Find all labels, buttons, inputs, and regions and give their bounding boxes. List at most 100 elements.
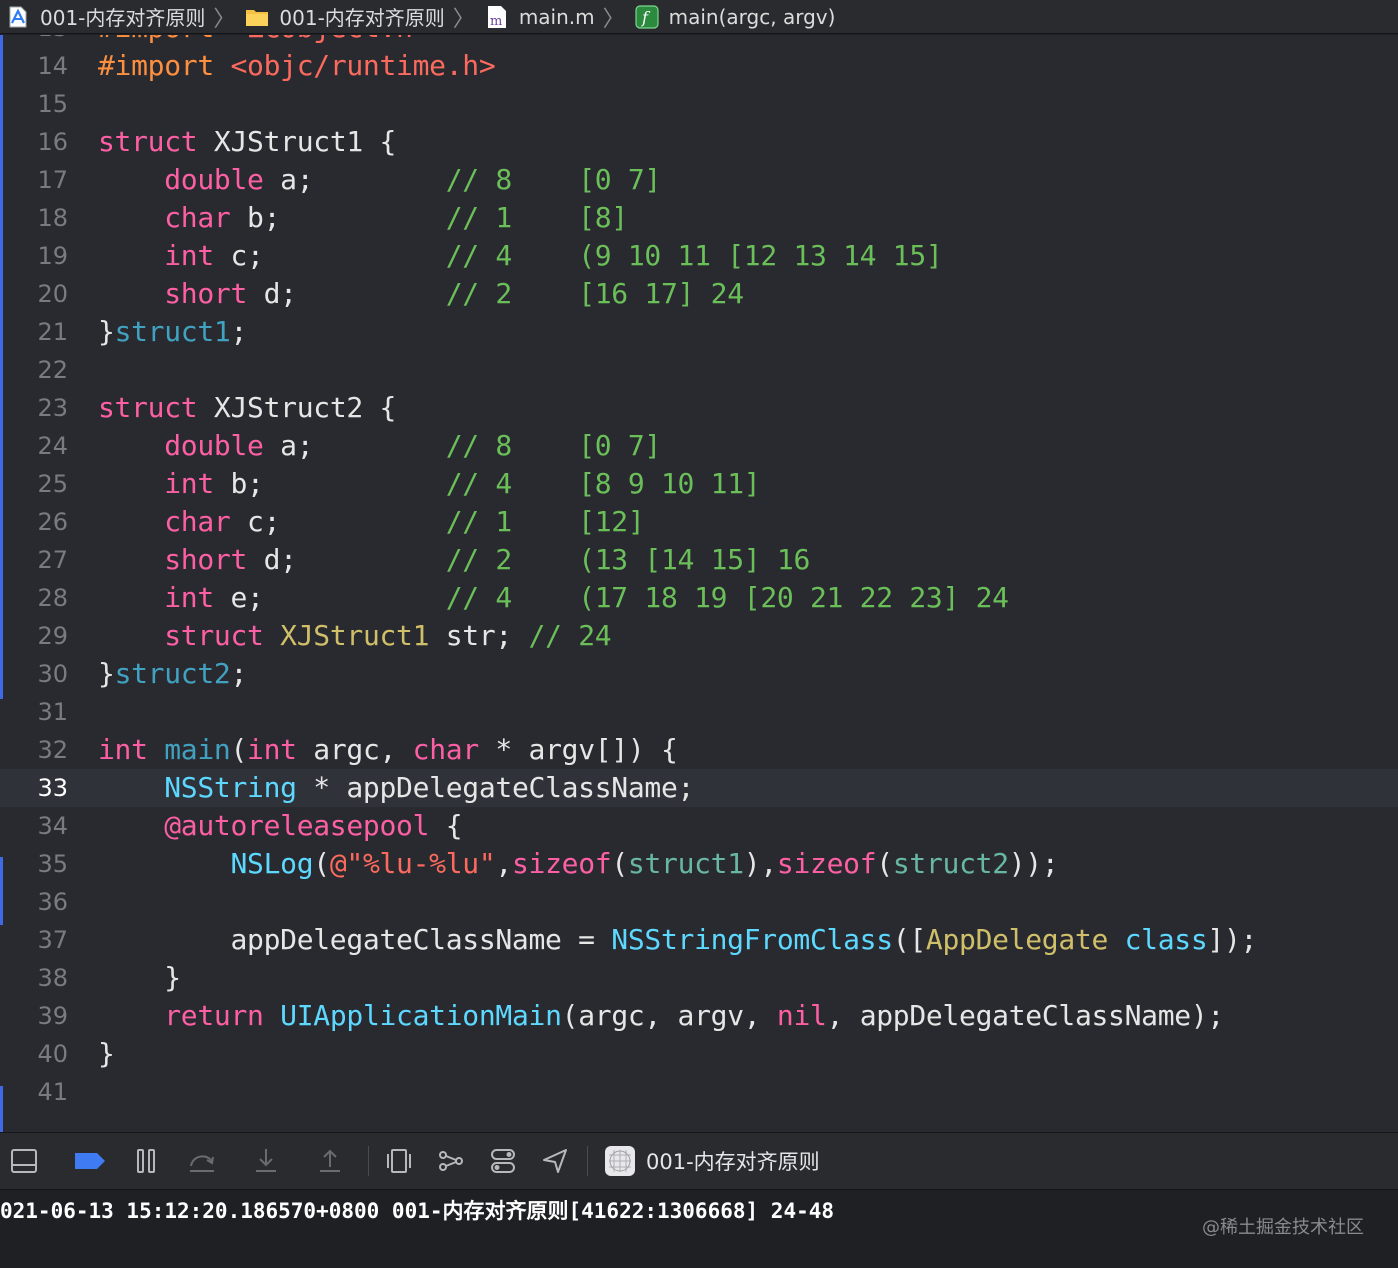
- code-token: b;: [230, 201, 446, 234]
- code-line[interactable]: 18 char b; // 1 [8]: [0, 199, 1398, 237]
- code-line[interactable]: 32 int main(int argc, char * argv[]) {: [0, 731, 1398, 769]
- code-token: return: [164, 999, 264, 1032]
- code-line[interactable]: 40}: [0, 1035, 1398, 1073]
- line-number: 36: [37, 888, 68, 916]
- code-line[interactable]: 25 int b; // 4 [8 9 10 11]: [0, 465, 1398, 503]
- panel-bottom-icon: [11, 1149, 37, 1173]
- code-text: NSString * appDelegateClassName;: [98, 769, 694, 807]
- code-text: char c; // 1 [12]: [98, 503, 644, 541]
- debug-target[interactable]: 001-内存对齐原则: [604, 1145, 820, 1177]
- code-line[interactable]: 16 struct XJStruct1 {: [0, 123, 1398, 161]
- code-line[interactable]: 14 #import <objc/runtime.h>: [0, 47, 1398, 85]
- code-token: }: [98, 961, 181, 994]
- code-line[interactable]: 38 }: [0, 959, 1398, 997]
- code-token: // 4 (17 18 19 [20 21 22 23] 24: [445, 581, 1009, 614]
- code-line[interactable]: 28 int e; // 4 (17 18 19 [20 21 22 23] 2…: [0, 579, 1398, 617]
- code-text: double a; // 8 [0 7]: [98, 427, 661, 465]
- code-token: // 1 [8]: [445, 201, 628, 234]
- breadcrumb-project-label: 001-内存对齐原则: [40, 6, 206, 30]
- toolbar-divider: [368, 1146, 369, 1176]
- code-line[interactable]: 26 char c; // 1 [12]: [0, 503, 1398, 541]
- code-token: struct: [98, 125, 198, 158]
- code-token: b;: [213, 467, 446, 500]
- code-token: (: [876, 847, 893, 880]
- code-token: e;: [213, 581, 446, 614]
- toggles-icon: [491, 1149, 515, 1173]
- code-line[interactable]: 23 struct XJStruct2 {: [0, 389, 1398, 427]
- step-into-button[interactable]: [240, 1141, 292, 1181]
- code-token: (: [611, 847, 628, 880]
- breadcrumb-group[interactable]: 001-内存对齐原则: [245, 2, 445, 31]
- code-token: ,: [495, 847, 512, 880]
- memory-graph-button[interactable]: [431, 1141, 471, 1181]
- code-token: ;: [230, 657, 248, 690]
- code-line[interactable]: 15: [0, 85, 1398, 123]
- breakpoints-toggle-button[interactable]: [64, 1141, 116, 1181]
- code-token: UIApplicationMain: [280, 999, 562, 1032]
- code-line[interactable]: 27 short d; // 2 (13 [14 15] 16: [0, 541, 1398, 579]
- code-token: char: [412, 733, 480, 766]
- line-number: 24: [37, 432, 68, 460]
- code-line[interactable]: 34 @autoreleasepool {: [0, 807, 1398, 845]
- code-token: struct1: [114, 315, 231, 348]
- hide-debug-area-button[interactable]: [4, 1141, 44, 1181]
- code-line[interactable]: 37 appDelegateClassName = NSStringFromCl…: [0, 921, 1398, 959]
- code-line[interactable]: 17 double a; // 8 [0 7]: [0, 161, 1398, 199]
- code-text: }struct2;: [98, 655, 247, 693]
- view-hierarchy-icon: [387, 1149, 411, 1173]
- code-token: // 2 (13 [14 15] 16: [445, 543, 811, 576]
- breadcrumb-symbol-label: main(argc, argv): [668, 4, 836, 29]
- view-hierarchy-button[interactable]: [379, 1141, 419, 1181]
- code-token: #import: [98, 49, 231, 82]
- breadcrumb-project[interactable]: 001-内存对齐原则: [6, 2, 205, 31]
- toolbar-divider: [587, 1146, 588, 1176]
- code-line[interactable]: 22: [0, 351, 1398, 389]
- code-text: struct XJStruct1 {: [98, 123, 396, 161]
- code-line[interactable]: 31: [0, 693, 1398, 731]
- line-number: 27: [37, 546, 68, 574]
- location-arrow-icon: [543, 1149, 567, 1173]
- step-out-button[interactable]: [304, 1141, 356, 1181]
- code-line[interactable]: 19 int c; // 4 (9 10 11 [12 13 14 15]: [0, 237, 1398, 275]
- step-out-icon: [320, 1149, 340, 1172]
- code-line[interactable]: 41: [0, 1073, 1398, 1111]
- jump-bar: 001-内存对齐原则 〉 001-内存对齐原则 〉 m main.m 〉 f m…: [0, 0, 1398, 34]
- step-over-button[interactable]: [176, 1141, 228, 1181]
- code-token: * appDelegateClassName;: [296, 771, 695, 804]
- code-text: int b; // 4 [8 9 10 11]: [98, 465, 760, 503]
- code-line[interactable]: 20 short d; // 2 [16 17] 24: [0, 275, 1398, 313]
- code-line[interactable]: 36: [0, 883, 1398, 921]
- code-line[interactable]: 21}struct1;: [0, 313, 1398, 351]
- environment-overrides-button[interactable]: [483, 1141, 523, 1181]
- line-number: 16: [37, 128, 68, 156]
- code-line[interactable]: 24 double a; // 8 [0 7]: [0, 427, 1398, 465]
- code-line[interactable]: 29 struct XJStruct1 str; // 24: [0, 617, 1398, 655]
- code-line[interactable]: 39 return UIApplicationMain(argc, argv, …: [0, 997, 1398, 1035]
- code-text: short d; // 2 [16 17] 24: [98, 275, 744, 313]
- breadcrumb-file[interactable]: m main.m: [485, 5, 595, 29]
- line-number: 20: [37, 280, 68, 308]
- breadcrumb-symbol[interactable]: f main(argc, argv): [635, 4, 836, 29]
- line-number: 25: [37, 470, 68, 498]
- code-line[interactable]: 13 #import "ZCObject.h": [0, 35, 1398, 47]
- pause-button[interactable]: [128, 1141, 164, 1181]
- code-line[interactable]: 33 NSString * appDelegateClassName;: [0, 769, 1398, 807]
- code-line[interactable]: 35 NSLog(@"%lu-%lu",sizeof(struct1),size…: [0, 845, 1398, 883]
- code-token: struct: [164, 619, 264, 652]
- line-number: 26: [37, 508, 68, 536]
- breakpoint-icon: [75, 1153, 105, 1169]
- simulate-location-button[interactable]: [535, 1141, 575, 1181]
- chevron-right-icon: 〉: [452, 6, 475, 32]
- source-editor[interactable]: 13 #import "ZCObject.h" 14 #import <objc/ru…: [0, 35, 1398, 1132]
- console-area[interactable]: 021-06-13 15:12:20.186570+0800 001-内存对齐原…: [0, 1191, 1398, 1268]
- debug-bar: 001-内存对齐原则: [0, 1132, 1398, 1190]
- code-token: "ZCObject.h": [230, 35, 429, 44]
- code-line[interactable]: 30}struct2;: [0, 655, 1398, 693]
- xcode-project-icon: [9, 6, 27, 27]
